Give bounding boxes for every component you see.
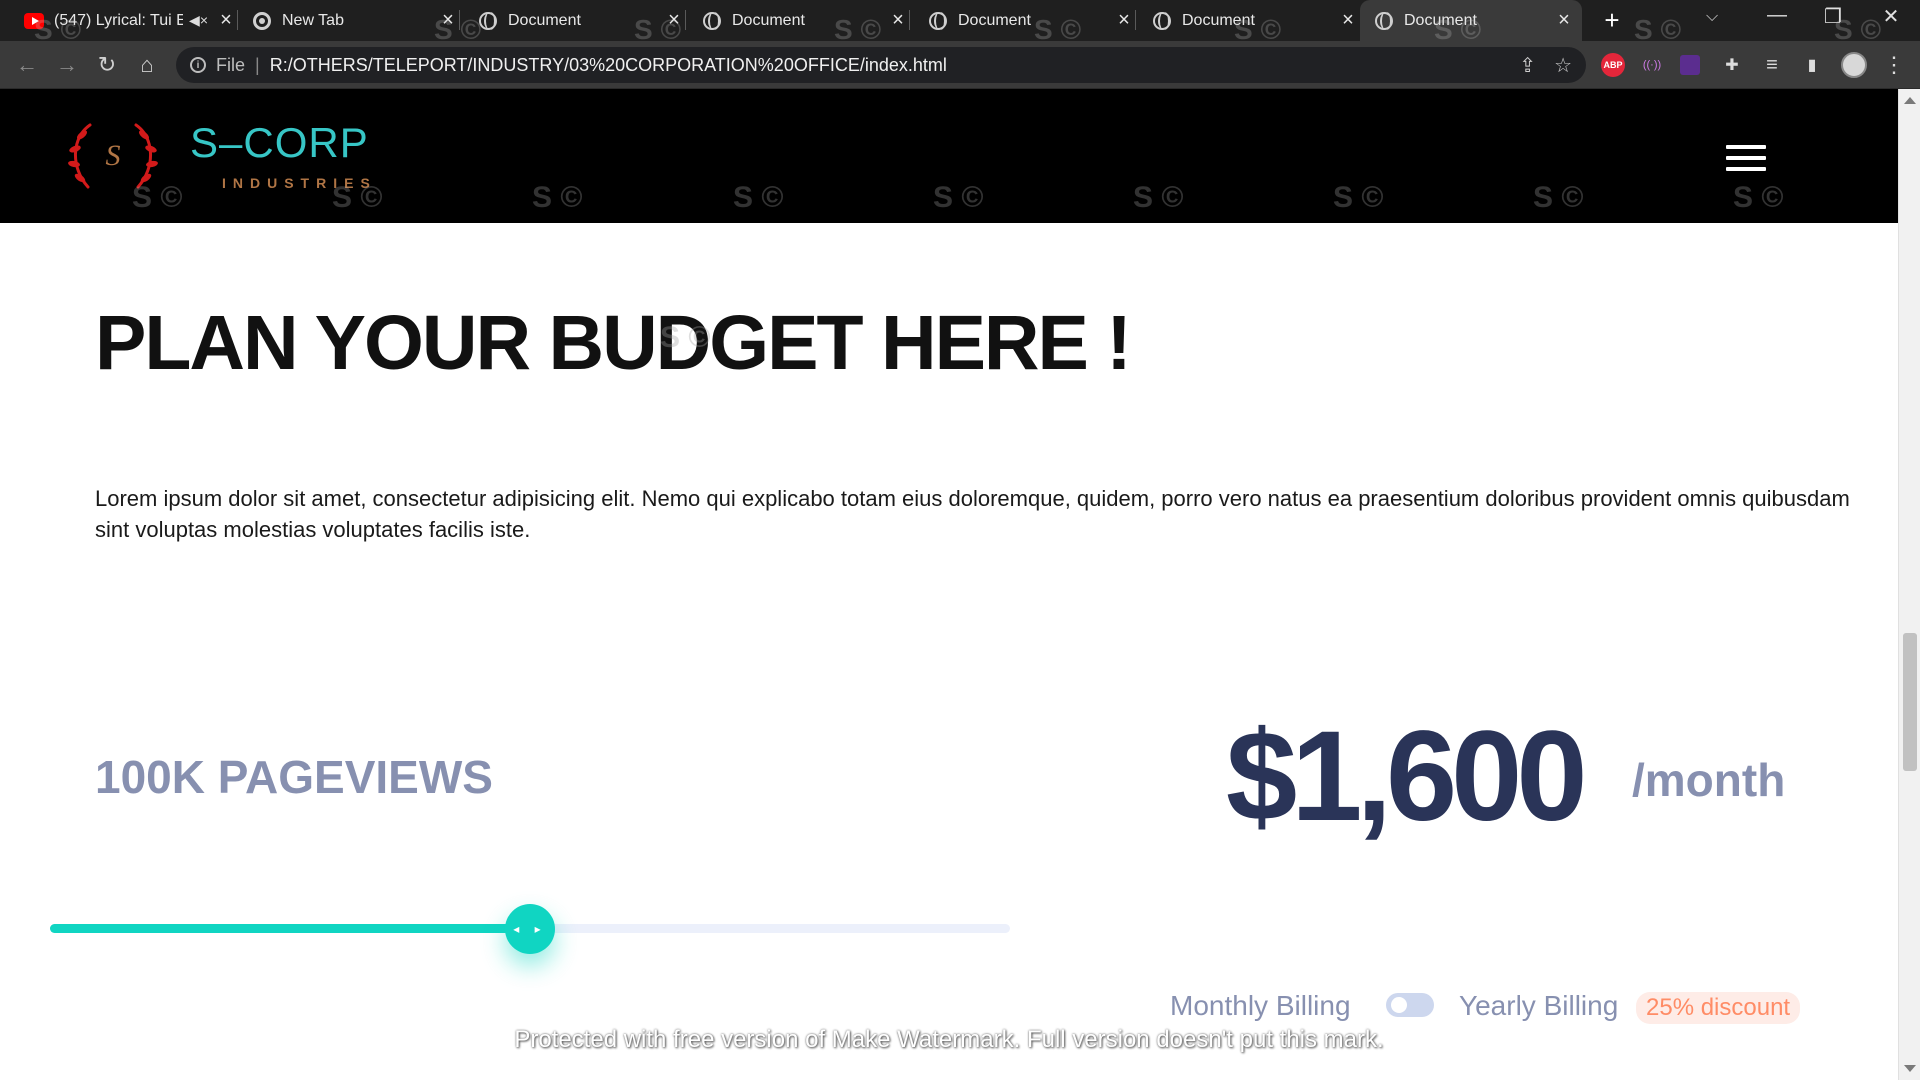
side-panel-icon[interactable]: ▮ [1800,53,1824,77]
globe-icon [928,11,948,31]
close-tab-icon[interactable]: × [662,9,686,33]
bookmark-star-icon[interactable]: ☆ [1554,53,1572,78]
close-tab-icon[interactable]: × [1112,9,1136,33]
logo-tagline: INDUSTRIES [222,175,377,191]
monthly-billing-label: Monthly Billing [1170,990,1351,1021]
chrome-menu-icon[interactable]: ⋮ [1882,52,1906,77]
close-tab-icon[interactable]: × [886,9,910,33]
home-button[interactable]: ⌂ [132,50,162,80]
page-title: PLAN YOUR BUDGET HERE ! [95,300,1132,386]
watermark-stamp: S © [532,181,583,214]
share-icon[interactable]: ⇪ [1519,53,1536,78]
reload-button[interactable]: ↻ [92,50,122,80]
tab-search-icon[interactable]: ⌵ [1706,8,1718,26]
scroll-down-icon[interactable] [1904,1065,1916,1072]
chrome-icon [252,11,272,31]
address-bar[interactable]: i File | R:/OTHERS/TELEPORT/INDUSTRY/03%… [176,47,1586,83]
scroll-up-icon[interactable] [1904,97,1916,104]
tab-title: Document [508,11,581,29]
forward-button[interactable]: → [52,50,82,80]
watermark-stamp: S © [933,181,984,214]
globe-icon [702,11,722,31]
tab-title: (547) Lyrical: Tui E [54,11,184,29]
close-tab-icon[interactable]: × [436,9,460,33]
watermark-stamp: S © [1133,181,1184,214]
tab-title: Document [1404,11,1477,29]
site-info-icon[interactable]: i [190,57,206,73]
restore-button[interactable]: ❐ [1818,4,1848,29]
adblock-extension-icon[interactable]: ABP [1601,53,1625,77]
description-paragraph: Lorem ipsum dolor sit amet, consectetur … [95,486,1850,542]
price-period: /month [1632,754,1786,806]
site-header: S S–CORP INDUSTRIES S © S © S © S © S © … [0,89,1898,223]
hamburger-menu-icon[interactable] [1726,145,1766,171]
tab-document-2[interactable]: Document × [698,0,910,41]
browser-tab-strip: (547) Lyrical: Tui E ◀× × New Tab × Docu… [0,0,1920,41]
discount-badge: 25% discount [1636,992,1801,1024]
back-button[interactable]: ← [12,50,42,80]
globe-icon [1152,11,1172,31]
tab-youtube[interactable]: (547) Lyrical: Tui E ◀× × [20,0,238,41]
watermark-banner: Protected with free version of Make Wate… [514,1026,1384,1053]
close-tab-icon[interactable]: × [214,9,238,33]
youtube-icon [24,11,44,31]
tab-document-4[interactable]: Document × [1148,0,1360,41]
tab-new-tab[interactable]: New Tab × [248,0,460,41]
page-scrollbar[interactable] [1898,89,1920,1080]
laurel-logo-icon[interactable]: S [62,119,164,193]
tab-title: Document [958,11,1031,29]
tab-document-1[interactable]: Document × [474,0,686,41]
speaker-muted-icon[interactable]: ◀× [189,12,208,29]
scrollbar-thumb[interactable] [1903,633,1917,771]
new-tab-button[interactable]: + [1598,5,1626,35]
pageviews-label: 100K PAGEVIEWS [95,751,493,803]
tab-document-active[interactable]: Document × [1360,0,1582,41]
globe-icon [478,11,498,31]
close-tab-icon[interactable]: × [1336,9,1360,33]
url-text[interactable]: R:/OTHERS/TELEPORT/INDUSTRY/03%20CORPORA… [270,55,947,76]
tab-title: New Tab [282,11,344,29]
pageviews-slider-fill [50,924,530,933]
watermark-stamp: S © [1333,181,1384,214]
close-tab-icon[interactable]: × [1552,9,1576,33]
tab-title: Document [1182,11,1255,29]
tab-title: Document [732,11,805,29]
scheme-label: File [216,54,246,75]
media-control-icon[interactable]: ≡ [1760,53,1784,77]
radio-extension-icon[interactable]: ((·)) [1640,53,1664,77]
minimize-button[interactable]: — [1762,4,1792,27]
watermark-stamp: S © [1733,181,1784,214]
watermark-stamp: S © [1533,181,1584,214]
logo-monogram: S [106,139,121,172]
browser-toolbar: ← → ↻ ⌂ i File | R:/OTHERS/TELEPORT/INDU… [0,41,1920,89]
billing-toggle-knob [1391,997,1407,1013]
scheme-separator: | [255,54,260,75]
pricing-section: PLAN YOUR BUDGET HERE ! Lorem ipsum dolo… [0,223,1898,1080]
logo-name[interactable]: S–CORP [190,119,369,167]
extensions-puzzle-icon[interactable]: ✚ [1720,53,1744,77]
pageviews-slider-thumb[interactable]: ◂ ▸ [505,904,555,954]
profile-avatar[interactable] [1841,52,1867,78]
globe-icon [1374,11,1394,31]
purple-extension-icon[interactable] [1680,55,1700,75]
tab-document-3[interactable]: Document × [924,0,1136,41]
watermark-stamp: S © [733,181,784,214]
yearly-billing-label: Yearly Billing [1459,990,1619,1021]
price-amount: $1,600 [1226,705,1587,848]
billing-toggle[interactable] [1386,993,1434,1017]
window-close-button[interactable]: ✕ [1876,4,1906,29]
